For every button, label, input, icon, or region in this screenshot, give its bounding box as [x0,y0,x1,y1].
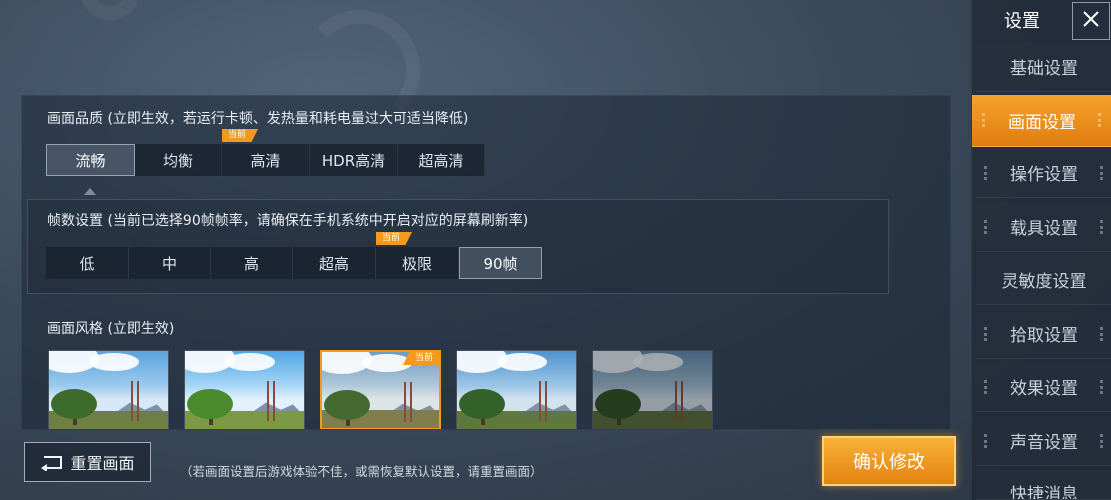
confirm-changes-button[interactable]: 确认修改 [822,436,956,486]
fps-settings-box: 帧数设置 (当前已选择90帧帧率，请确保在手机系统中开启对应的屏幕刷新率) 低 … [27,199,889,294]
style-thumbnail-3[interactable]: 当前 [320,350,441,429]
quality-title: 画面品质 (立即生效，若运行卡顿、发热量和耗电量过大可适当降低) [47,111,469,127]
background-decoration [80,0,140,20]
grip-icon [984,166,988,180]
sidebar-item-label: 画面设置 [1008,113,1076,133]
sidebar-item-quick-messages[interactable]: 快捷消息 [976,470,1111,500]
style-thumbnail-5[interactable] [592,350,713,429]
grip-icon [984,434,988,448]
sidebar-item-sensitivity[interactable]: 灵敏度设置 [976,255,1111,305]
grip-icon [1100,327,1104,341]
sidebar-header: 设置 [972,0,1111,40]
sidebar-title: 设置 [1004,11,1040,32]
reset-graphics-label: 重置画面 [70,454,135,473]
style-thumbnail-1[interactable] [48,350,169,429]
grip-icon [1100,166,1104,180]
quality-option-uhd[interactable]: 超高清 [398,144,485,176]
grip-icon [1100,380,1104,394]
quality-option-smooth[interactable]: 流畅 [46,144,135,176]
style-title: 画面风格 (立即生效) [47,321,175,337]
sidebar-item-label: 操作设置 [1010,165,1078,185]
current-badge: 当前 [376,232,413,245]
grip-icon [984,327,988,341]
sidebar-item-label: 灵敏度设置 [1001,272,1087,292]
reset-icon [40,453,64,472]
quality-option-balanced[interactable]: 均衡 [135,144,222,176]
sidebar-item-basic[interactable]: 基础设置 [976,42,1111,92]
fps-selector: 低 中 高 超高 当前 极限 90帧 [46,232,542,279]
selection-pointer [84,188,96,195]
current-badge: 当前 [222,129,259,142]
reset-hint-text: （若画面设置后游戏体验不佳，或需恢复默认设置，请重置画面） [180,464,543,479]
grip-icon [1100,434,1104,448]
sidebar-item-label: 拾取设置 [1010,326,1078,346]
fps-option-extreme[interactable]: 当前 极限 [376,232,459,279]
sidebar-item-effects[interactable]: 效果设置 [976,362,1111,412]
fps-option-90[interactable]: 90帧 [459,247,542,279]
grip-icon [984,380,988,394]
close-icon [1081,9,1101,33]
grip-icon [984,220,988,234]
settings-sidebar: 设置 基础设置 画面设置 操作设置 载具设置 灵敏度设置 拾取设置 效果设置 声… [971,0,1111,500]
fps-option-high[interactable]: 高 [211,247,293,279]
fps-option-extreme-label: 极限 [401,254,432,273]
fps-title: 帧数设置 (当前已选择90帧帧率，请确保在手机系统中开启对应的屏幕刷新率) [47,213,529,229]
sidebar-item-label: 基础设置 [1010,59,1078,79]
style-thumbnail-4[interactable] [456,350,577,429]
fps-option-low[interactable]: 低 [46,247,129,279]
sidebar-item-label: 效果设置 [1010,379,1078,399]
quality-option-hdr[interactable]: HDR高清 [310,144,398,176]
close-button[interactable] [1072,2,1110,40]
grip-icon [1098,113,1102,127]
sidebar-item-label: 快捷消息 [1010,485,1078,500]
sidebar-item-vehicle[interactable]: 载具设置 [976,202,1111,252]
fps-option-medium[interactable]: 中 [129,247,211,279]
sidebar-item-graphics[interactable]: 画面设置 [972,95,1111,147]
quality-option-hd-label: 高清 [250,151,281,170]
quality-option-hd[interactable]: 当前 高清 [222,129,310,176]
sidebar-item-pickup[interactable]: 拾取设置 [976,309,1111,359]
grip-icon [982,113,986,127]
sidebar-item-sound[interactable]: 声音设置 [976,416,1111,466]
grip-icon [1100,220,1104,234]
reset-graphics-button[interactable]: 重置画面 [24,442,151,482]
sidebar-item-label: 声音设置 [1010,433,1078,453]
graphics-settings-panel: 画面品质 (立即生效，若运行卡顿、发热量和耗电量过大可适当降低) 流畅 均衡 当… [21,95,951,430]
fps-option-ultra[interactable]: 超高 [293,247,376,279]
quality-selector: 流畅 均衡 当前 高清 HDR高清 超高清 [46,129,485,176]
style-thumbnail-2[interactable] [184,350,305,429]
style-thumbnails: 当前 [48,350,713,429]
sidebar-item-label: 载具设置 [1010,219,1078,239]
sidebar-item-controls[interactable]: 操作设置 [976,148,1111,198]
